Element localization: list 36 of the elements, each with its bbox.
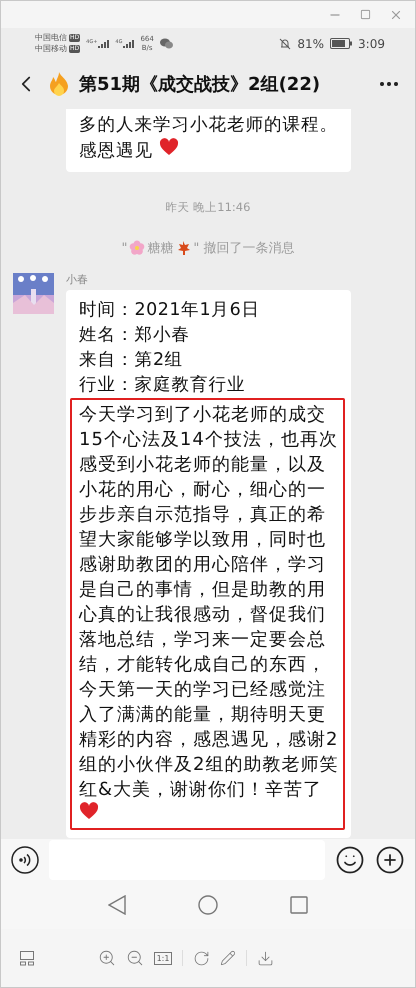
signal-icon	[98, 39, 110, 48]
sender-name: 小春	[66, 273, 89, 286]
back-nav-icon[interactable]	[108, 895, 126, 915]
flower-icon	[129, 240, 146, 256]
battery-percent: 81%	[297, 36, 324, 50]
muted-bell-icon	[279, 38, 292, 50]
clock: 3:09	[358, 36, 385, 50]
message-line: 多的人来学习小花老师的课程。	[79, 114, 339, 137]
flame-icon	[47, 71, 71, 97]
zoom-in-icon[interactable]	[98, 949, 116, 967]
zoom-out-icon[interactable]	[126, 949, 144, 967]
recents-nav-icon[interactable]	[290, 896, 308, 914]
maximize-icon[interactable]	[360, 9, 371, 20]
rotate-icon[interactable]	[193, 950, 210, 966]
message-line: 姓名：郑小春	[79, 324, 191, 347]
carrier-name: 中国电信	[35, 33, 67, 43]
actual-size-button[interactable]: 1:1	[154, 952, 172, 964]
thumbnails-icon[interactable]	[19, 950, 35, 966]
download-icon[interactable]	[257, 950, 274, 966]
emoji-icon[interactable]	[335, 845, 365, 875]
chat-title: 第51期《成交战技》2组(22)	[79, 73, 320, 96]
pencil-icon[interactable]	[220, 950, 236, 966]
message-line: 时间：2021年1月6日	[79, 299, 261, 322]
timestamp: 昨天 晚上11:46	[166, 200, 250, 215]
recall-notice: " 糖糖 " 撤回了一条消息	[121, 239, 295, 257]
carrier-name: 中国移动	[35, 44, 67, 54]
message-line: 感恩遇见	[79, 138, 345, 164]
chat-bubbles-icon	[160, 38, 173, 49]
message-text: 今天学习到了小花老师的成交15个心法及14个技法，也再次感受到小花老师的能量，以及小花的用心，耐心，细心的一步步亲自示范指导，真正的希望大家能够学以致用，同时也感谢助教团的用心陪伴，学习是自己的事情，但是助教的用心真的让我很感动，督促我们落地总结，学习来一定要会总结，才能转化成自己的东西，今天第一天的学习已经感觉注入了满满的能量，期待明天更精彩的内容，感恩遇见，感谢2组的小伙伴及2组的助教老师笑红&大美，谢谢你们！辛苦了	[79, 404, 338, 800]
signal-icon	[123, 39, 134, 48]
plus-icon[interactable]	[375, 845, 405, 875]
home-nav-icon[interactable]	[198, 895, 218, 915]
message-line: 来自：第2组	[79, 349, 184, 372]
voice-icon[interactable]	[11, 846, 39, 874]
battery-icon	[330, 38, 352, 49]
message-line: 行业：家庭教育行业	[79, 374, 246, 397]
